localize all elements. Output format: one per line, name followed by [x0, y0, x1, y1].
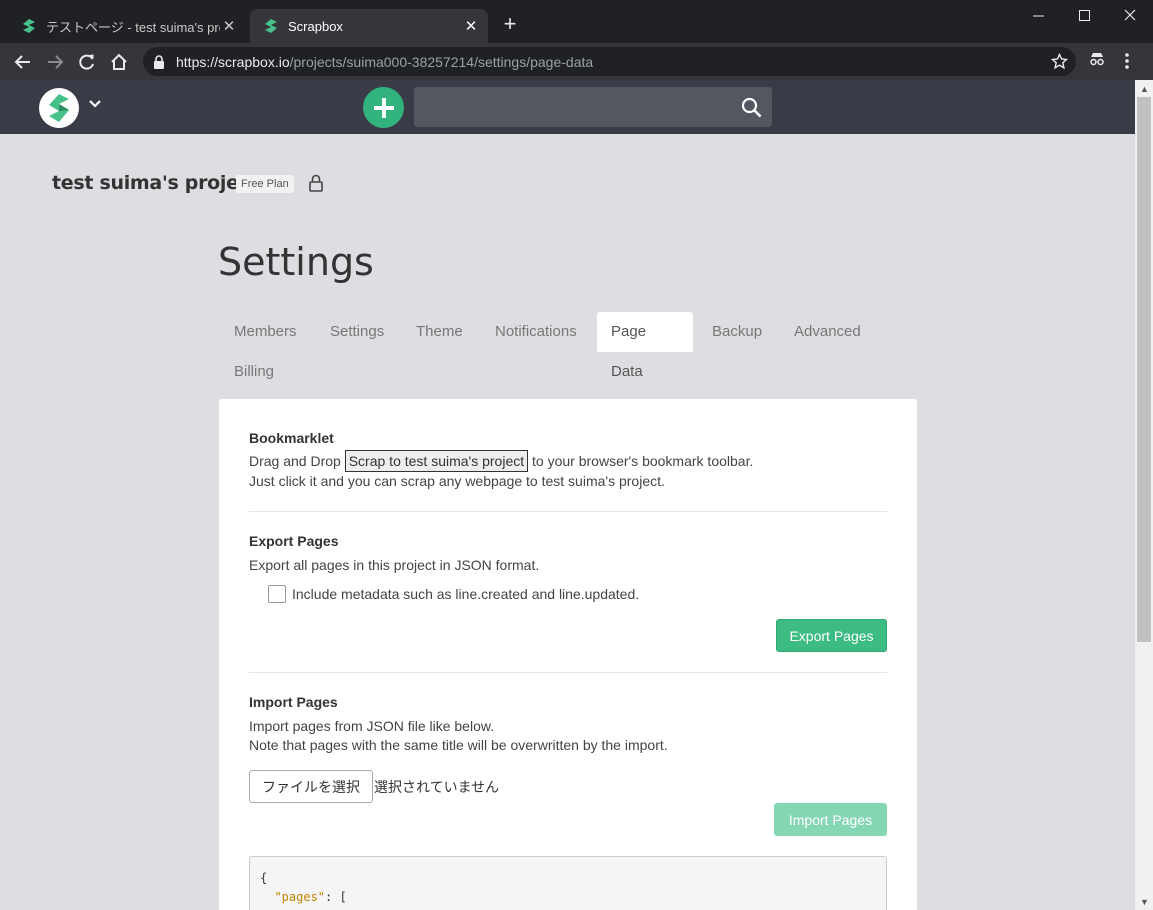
tab-label: Scrapbox [288, 18, 343, 34]
browser-menu-icon[interactable] [1124, 52, 1130, 70]
json-example-code: { "pages": [ [249, 856, 887, 910]
plan-badge: Free Plan [236, 175, 294, 193]
project-name[interactable]: test suima's project [52, 172, 259, 194]
bookmarklet-link[interactable]: Scrap to test suima's project [344, 450, 529, 472]
reload-icon[interactable] [75, 50, 99, 74]
chevron-down-icon[interactable] [89, 99, 101, 109]
tab-settings[interactable]: Settings [315, 312, 399, 352]
tab-close-icon[interactable]: ✕ [220, 17, 238, 35]
page-data-panel: Bookmarklet Drag and Drop Scrap to test … [219, 399, 917, 910]
export-heading: Export Pages [249, 533, 339, 549]
scrapbox-favicon-icon [23, 19, 35, 33]
bookmarklet-prefix: Drag and Drop [249, 453, 341, 469]
incognito-extension-icon[interactable] [1088, 50, 1106, 68]
code-line: { [260, 871, 268, 885]
minimize-icon[interactable] [1015, 0, 1061, 30]
divider [249, 511, 887, 512]
browser-toolbar: https://scrapbox.io/projects/suima000-38… [0, 43, 1153, 80]
choose-file-button[interactable]: ファイルを選択 [249, 770, 373, 803]
bookmarklet-heading: Bookmarklet [249, 430, 334, 446]
export-pages-button[interactable]: Export Pages [776, 619, 887, 652]
maximize-icon[interactable] [1061, 0, 1107, 30]
padlock-icon [309, 174, 323, 192]
page-title: Settings [218, 240, 374, 284]
page-scrollbar[interactable]: ▲ ▼ [1135, 80, 1153, 910]
file-status-text: 選択されていません [374, 780, 500, 796]
bookmarklet-line1: Drag and Drop Scrap to test suima's proj… [249, 450, 754, 472]
new-page-plus-icon[interactable] [363, 87, 404, 128]
lock-icon [154, 54, 164, 69]
browser-tab-test-page[interactable]: テストページ - test suima's project ✕ [8, 9, 246, 43]
search-icon[interactable] [741, 97, 762, 118]
import-pages-button[interactable]: Import Pages [774, 803, 887, 836]
browser-titlebar: テストページ - test suima's project ✕ Scrapbox… [0, 0, 1153, 43]
import-line2: Note that pages with the same title will… [249, 737, 668, 753]
code-line: "pages": [ [274, 890, 347, 904]
scrollbar-thumb[interactable] [1137, 97, 1151, 642]
scrapbox-favicon-icon [265, 19, 277, 33]
forward-arrow-icon[interactable] [43, 50, 67, 74]
tab-notifications[interactable]: Notifications [480, 312, 592, 352]
home-icon[interactable] [107, 50, 131, 74]
bookmarklet-line2: Just click it and you can scrap any webp… [249, 473, 665, 489]
tab-billing[interactable]: Billing [219, 352, 289, 392]
import-heading: Import Pages [249, 694, 338, 710]
scrapbox-logo-icon[interactable] [39, 88, 79, 128]
scroll-down-arrow-icon[interactable]: ▼ [1140, 897, 1149, 907]
tab-page-data[interactable]: Page Data [597, 312, 693, 380]
search-input[interactable] [414, 87, 772, 127]
import-line1: Import pages from JSON file like below. [249, 718, 495, 734]
bookmark-star-icon[interactable] [1051, 53, 1068, 70]
scroll-up-arrow-icon[interactable]: ▲ [1140, 84, 1149, 94]
tab-members[interactable]: Members [219, 312, 312, 352]
export-description: Export all pages in this project in JSON… [249, 557, 540, 573]
tab-label: テストページ - test suima's project [46, 19, 220, 35]
app-header [0, 80, 1135, 134]
tab-backup[interactable]: Backup [697, 312, 777, 352]
browser-tab-scrapbox[interactable]: Scrapbox ✕ [250, 9, 488, 43]
back-arrow-icon[interactable] [11, 50, 35, 74]
include-metadata-checkbox[interactable] [268, 585, 286, 603]
bookmarklet-suffix: to your browser's bookmark toolbar. [532, 453, 754, 469]
divider [249, 672, 887, 673]
window-close-icon[interactable] [1107, 0, 1153, 30]
address-bar[interactable]: https://scrapbox.io/projects/suima000-38… [143, 47, 1076, 76]
new-tab-icon[interactable]: + [498, 12, 522, 36]
url-text: https://scrapbox.io/projects/suima000-38… [176, 53, 594, 70]
include-metadata-label[interactable]: Include metadata such as line.created an… [292, 586, 639, 602]
tab-advanced[interactable]: Advanced [779, 312, 876, 352]
tab-close-icon[interactable]: ✕ [462, 17, 480, 35]
tab-theme[interactable]: Theme [401, 312, 478, 352]
